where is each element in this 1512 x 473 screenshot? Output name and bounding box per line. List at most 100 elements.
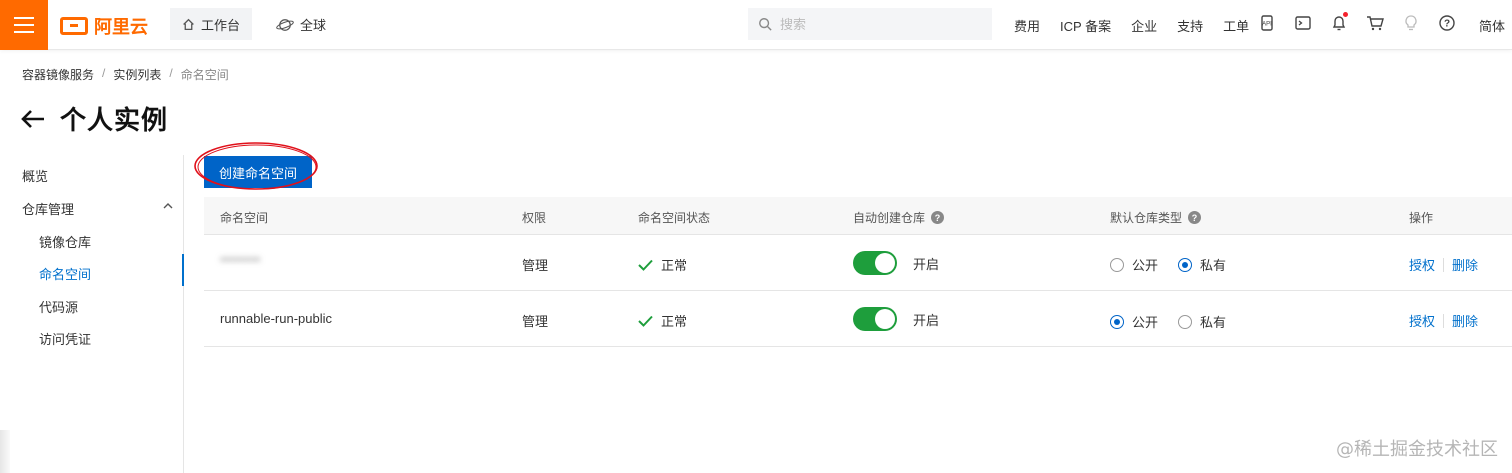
nav-enterprise[interactable]: 企业	[1131, 16, 1157, 35]
hamburger-menu-icon[interactable]	[0, 0, 48, 50]
lightbulb-icon[interactable]	[1402, 14, 1420, 32]
language-switch[interactable]: 简体	[1479, 16, 1505, 35]
breadcrumb-separator: /	[102, 66, 106, 80]
col-auto-create-label: 自动创建仓库	[853, 211, 926, 225]
home-icon	[183, 18, 194, 30]
radio-private[interactable]: 私有	[1178, 312, 1226, 331]
nav-icp[interactable]: ICP 备案	[1060, 16, 1111, 35]
action-divider	[1443, 313, 1445, 328]
col-default-repo-type: 默认仓库类型 ?	[1110, 209, 1202, 226]
radio-public[interactable]: 公开	[1110, 312, 1158, 331]
radio-public-label: 公开	[1132, 258, 1159, 273]
nav-ticket[interactable]: 工单	[1223, 16, 1249, 35]
create-namespace-button[interactable]: 创建命名空间	[204, 156, 312, 188]
nav-fees[interactable]: 费用	[1014, 16, 1040, 35]
search-input[interactable]	[780, 16, 970, 32]
cart-icon[interactable]	[1366, 14, 1384, 32]
chevron-up-icon[interactable]	[162, 201, 174, 211]
col-actions: 操作	[1409, 211, 1434, 225]
radio-private[interactable]: 私有	[1178, 255, 1226, 274]
permission-cell: 管理	[522, 314, 549, 329]
sidebar-item-overview[interactable]: 概览	[22, 166, 48, 185]
radio-private-label: 私有	[1200, 258, 1227, 273]
check-icon	[638, 315, 653, 327]
bell-icon[interactable]	[1330, 12, 1348, 32]
help-icon[interactable]: ?	[931, 211, 945, 224]
top-nav: 费用 ICP 备案 企业 支持 工单	[1014, 16, 1249, 35]
repo-type-cell: 公开 私有	[1110, 312, 1226, 331]
delete-link[interactable]: 删除	[1452, 255, 1478, 274]
sidebar-item-namespace[interactable]: 命名空间	[39, 264, 91, 283]
auto-create-toggle[interactable]	[853, 307, 897, 331]
table-row: runnable-run-public 管理 正常 开启 公开 私有 授权 删除	[204, 291, 1512, 347]
help-icon[interactable]: ?	[1438, 14, 1456, 32]
breadcrumb: 容器镜像服务 / 实例列表 / 命名空间	[22, 66, 229, 83]
grant-link[interactable]: 授权	[1409, 311, 1435, 330]
api-icon[interactable]: API	[1258, 14, 1276, 32]
sidebar-item-image-repo[interactable]: 镜像仓库	[39, 232, 91, 251]
sidebar-active-indicator	[182, 254, 184, 286]
logo-text: 阿里云	[94, 17, 148, 37]
global-label: 全球	[300, 18, 327, 33]
breadcrumb-item[interactable]: 实例列表	[113, 66, 161, 83]
search-box[interactable]	[748, 8, 992, 40]
auto-create-text: 开启	[913, 256, 940, 272]
aliyun-logo[interactable]: 阿里云	[60, 13, 148, 39]
radio-public-button[interactable]	[1110, 314, 1124, 329]
col-namespace: 命名空间	[220, 211, 269, 225]
grant-link[interactable]: 授权	[1409, 255, 1435, 274]
help-icon[interactable]: ?	[1188, 211, 1202, 224]
back-arrow-icon[interactable]	[20, 109, 46, 129]
search-icon	[759, 18, 772, 31]
watermark: @稀土掘金技术社区	[1336, 439, 1498, 460]
delete-link[interactable]: 删除	[1452, 311, 1478, 330]
svg-text:API: API	[1262, 22, 1272, 28]
workbench-label: 工作台	[200, 17, 240, 33]
notification-dot	[1343, 12, 1348, 17]
status-cell: 正常	[638, 255, 687, 274]
auto-create-cell: 开启	[853, 251, 939, 275]
breadcrumb-separator: /	[169, 66, 173, 80]
radio-public-button[interactable]	[1110, 257, 1124, 272]
status-cell: 正常	[638, 311, 687, 330]
auto-create-text: 开启	[913, 312, 940, 328]
radio-public-label: 公开	[1132, 315, 1159, 330]
repo-type-cell: 公开 私有	[1110, 255, 1226, 274]
namespace-name: runnable-run-public	[220, 311, 333, 326]
sidebar-item-access-credential[interactable]: 访问凭证	[39, 329, 91, 348]
page-header: 个人实例	[20, 100, 168, 137]
globe-icon	[276, 18, 294, 31]
status-text: 正常	[661, 314, 688, 329]
radio-private-button[interactable]	[1178, 257, 1193, 272]
breadcrumb-item[interactable]: 容器镜像服务	[22, 66, 94, 83]
status-text: 正常	[661, 258, 688, 273]
workbench-button[interactable]: 工作台	[170, 8, 252, 40]
sidebar: 概览 仓库管理 镜像仓库 命名空间 代码源 访问凭证	[0, 155, 184, 473]
sidebar-item-code-source[interactable]: 代码源	[39, 297, 78, 316]
action-divider	[1443, 257, 1445, 272]
terminal-icon[interactable]	[1294, 14, 1312, 32]
namespace-name-redacted: ********	[220, 254, 261, 269]
left-edge-shade	[0, 430, 10, 473]
sidebar-group-repo-management[interactable]: 仓库管理	[22, 199, 74, 218]
aliyun-logo-icon	[60, 17, 88, 35]
svg-text:?: ?	[1444, 19, 1450, 30]
col-permission: 权限	[522, 211, 547, 225]
actions-cell: 授权 删除	[1409, 311, 1478, 330]
page-title: 个人实例	[60, 105, 169, 135]
auto-create-cell: 开启	[853, 307, 939, 331]
top-icons: API ?	[1258, 12, 1456, 32]
col-status: 命名空间状态	[638, 211, 711, 225]
table-header: 命名空间 权限 命名空间状态 自动创建仓库 ? 默认仓库类型 ? 操作	[204, 197, 1512, 235]
region-global-selector[interactable]: 全球	[276, 15, 326, 34]
auto-create-toggle[interactable]	[853, 251, 897, 275]
table-row: ******** 管理 正常 开启 公开 私有 授权 删除	[204, 235, 1512, 291]
radio-public[interactable]: 公开	[1110, 255, 1158, 274]
nav-support[interactable]: 支持	[1177, 16, 1203, 35]
col-auto-create: 自动创建仓库 ?	[853, 209, 945, 226]
permission-cell: 管理	[522, 258, 549, 273]
breadcrumb-current: 命名空间	[180, 68, 229, 82]
top-bar: 阿里云 工作台 全球 费用 ICP 备案 企业 支持 工单 API ? 简体	[0, 0, 1512, 50]
actions-cell: 授权 删除	[1409, 255, 1478, 274]
radio-private-button[interactable]	[1178, 314, 1193, 329]
